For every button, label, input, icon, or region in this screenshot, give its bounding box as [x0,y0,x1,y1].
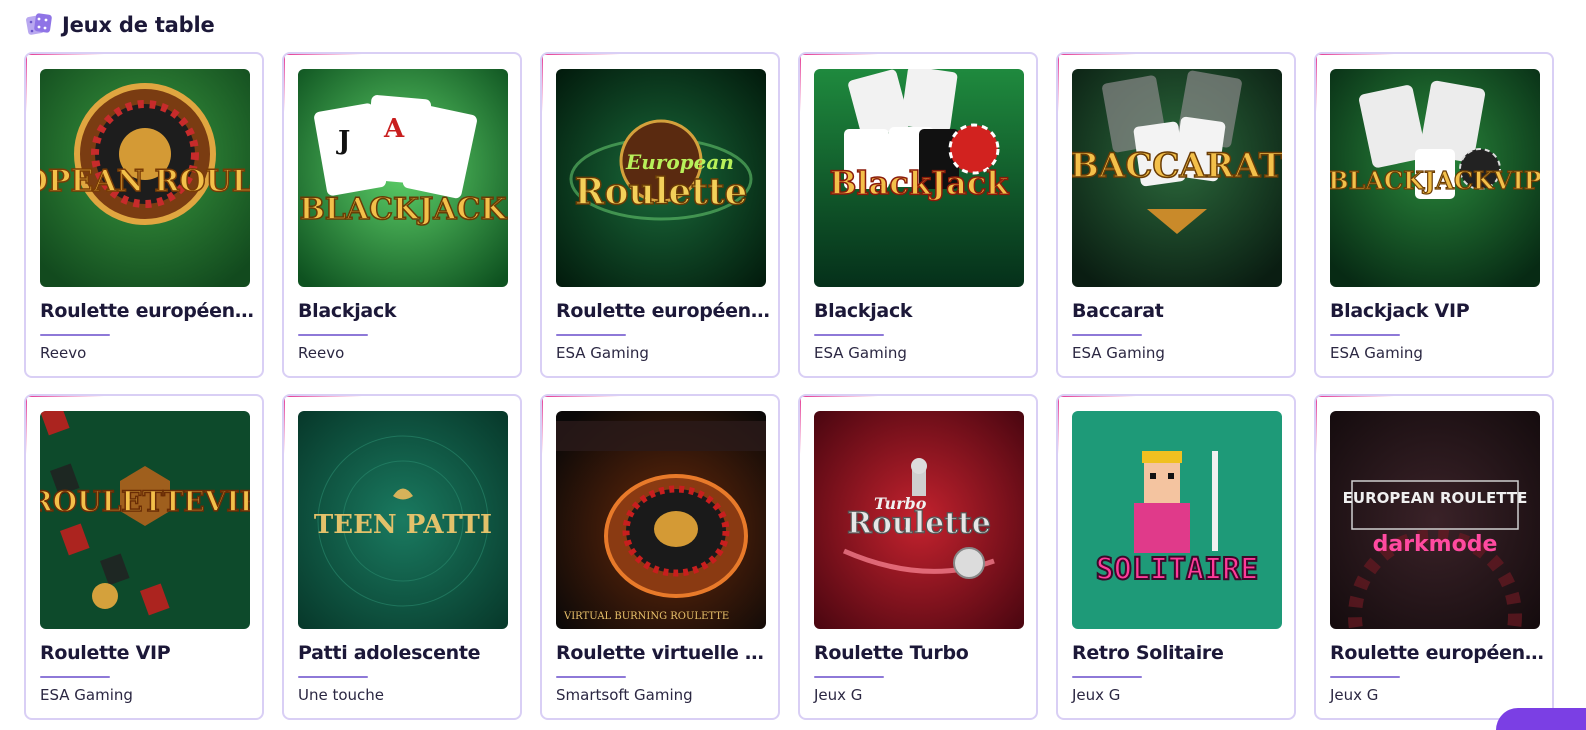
game-title[interactable]: Roulette Turbo [814,642,1028,664]
game-title[interactable]: Blackjack [814,300,1028,322]
game-card[interactable]: EUROPEAN ROULETTE Roulette européenne Re… [24,52,264,378]
game-card[interactable]: BLACKJACKVIP Blackjack VIP ESA Gaming [1314,52,1554,378]
game-art-text: Roulette [575,171,748,213]
game-provider: Jeux G [1330,686,1379,704]
game-title[interactable]: Roulette européenne [1330,642,1544,664]
divider [298,334,368,336]
divider [1330,676,1400,678]
game-title[interactable]: Blackjack VIP [1330,300,1544,322]
chat-widget-button[interactable] [1496,708,1586,730]
game-thumbnail: EUROPEAN ROULETTE [40,69,250,287]
game-art-text: VIRTUAL BURNING ROULETTE [563,611,729,622]
game-art-text: BLACKJACK [299,192,507,227]
game-provider: ESA Gaming [1072,344,1165,362]
game-art-text: EUROPEAN ROULETTE [40,164,250,199]
game-provider: Reevo [40,344,87,362]
divider [1072,334,1142,336]
game-title[interactable]: Baccarat [1072,300,1286,322]
game-title[interactable]: Blackjack [298,300,512,322]
game-thumbnail: European Roulette [556,69,766,287]
divider [814,334,884,336]
divider [814,676,884,678]
game-card[interactable]: Turbo Roulette Roulette Turbo Jeux G [798,394,1038,720]
section-title: Jeux de table [62,13,215,37]
svg-text:A: A [383,114,405,144]
game-provider: ESA Gaming [556,344,649,362]
game-provider: Smartsoft Gaming [556,686,693,704]
section-header: Jeux de table [24,10,215,40]
dice-icon [26,13,52,35]
game-thumbnail: darkmode EUROPEAN ROULETTE [1330,411,1540,629]
game-provider: Reevo [298,344,345,362]
game-art-subtext: darkmode [1373,532,1498,557]
game-provider: Jeux G [814,686,863,704]
game-card[interactable]: darkmode EUROPEAN ROULETTE Roulette euro… [1314,394,1554,720]
divider [1072,676,1142,678]
game-thumbnail: BLACKJACKVIP [1330,69,1540,287]
game-card[interactable]: VIRTUAL BURNING ROULETTE Roulette virtue… [540,394,780,720]
game-card[interactable]: European Roulette Roulette européenne ES… [540,52,780,378]
game-art-text: TEEN PATTI [314,510,492,540]
game-card[interactable]: J A BLACKJACK Blackjack Reevo [282,52,522,378]
game-thumbnail: BlackJack [814,69,1024,287]
game-title[interactable]: Roulette européenne [556,300,770,322]
game-art-text: BLACKJACKVIP [1330,166,1540,195]
game-art-text: Roulette [847,506,991,541]
game-thumbnail: BACCARAT [1072,69,1282,287]
game-card[interactable]: BlackJack Blackjack ESA Gaming [798,52,1038,378]
game-card[interactable]: ROULETTEVIP Roulette VIP ESA Gaming [24,394,264,720]
game-art-text: EUROPEAN ROULETTE [1343,489,1528,507]
game-art-text: SOLITAIRE [1096,552,1259,587]
game-card[interactable]: TEEN PATTI Patti adolescente Une touche [282,394,522,720]
game-card[interactable]: BACCARAT Baccarat ESA Gaming [1056,52,1296,378]
game-title[interactable]: Roulette européenne [40,300,254,322]
divider [556,334,626,336]
game-art-text: ROULETTEVIP [40,485,250,518]
svg-text:J: J [336,126,350,156]
game-title[interactable]: Patti adolescente [298,642,512,664]
game-provider: ESA Gaming [1330,344,1423,362]
game-thumbnail: SOLITAIRE [1072,411,1282,629]
game-title[interactable]: Roulette VIP [40,642,254,664]
game-provider: Jeux G [1072,686,1121,704]
game-provider: ESA Gaming [814,344,907,362]
game-thumbnail: VIRTUAL BURNING ROULETTE [556,411,766,629]
game-provider: ESA Gaming [40,686,133,704]
game-provider: Une touche [298,686,385,704]
game-title[interactable]: Retro Solitaire [1072,642,1286,664]
game-art-text: BlackJack [829,164,1009,202]
divider [298,676,368,678]
divider [556,676,626,678]
game-card[interactable]: SOLITAIRE Retro Solitaire Jeux G [1056,394,1296,720]
divider [1330,334,1400,336]
game-thumbnail: Turbo Roulette [814,411,1024,629]
divider [40,676,110,678]
game-thumbnail: ROULETTEVIP [40,411,250,629]
game-thumbnail: J A BLACKJACK [298,69,508,287]
game-art-text: BACCARAT [1072,146,1282,186]
divider [40,334,110,336]
game-title[interactable]: Roulette virtuelle brûlante [556,642,770,664]
game-thumbnail: TEEN PATTI [298,411,508,629]
